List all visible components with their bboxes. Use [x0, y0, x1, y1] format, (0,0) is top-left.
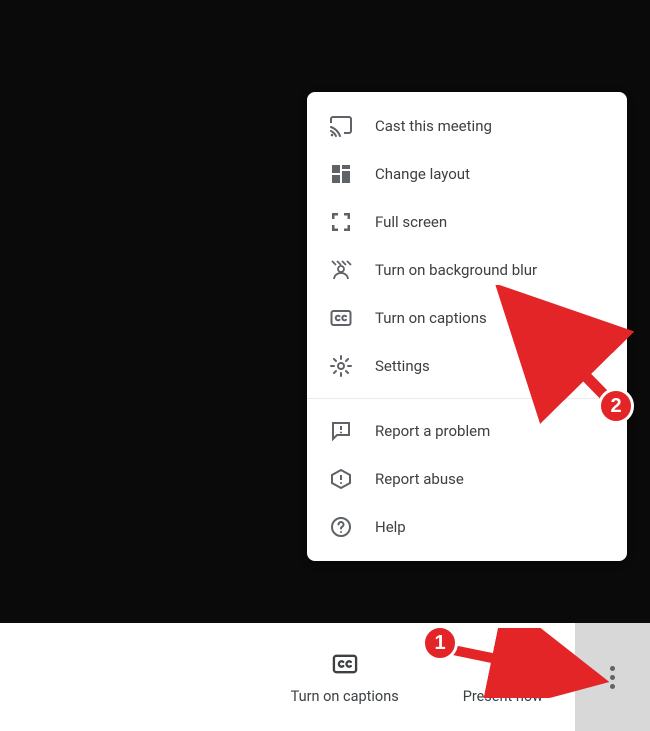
menu-item-cast[interactable]: Cast this meeting	[307, 102, 627, 150]
present-icon	[489, 650, 517, 678]
blur-icon	[329, 258, 353, 282]
menu-item-settings[interactable]: Settings	[307, 342, 627, 390]
menu-item-label: Cast this meeting	[375, 117, 492, 135]
more-vert-icon	[601, 665, 625, 689]
menu-item-background-blur[interactable]: Turn on background blur	[307, 246, 627, 294]
gear-icon	[329, 354, 353, 378]
captions-button[interactable]: Turn on captions	[259, 623, 431, 731]
menu-divider	[307, 398, 627, 399]
menu-item-report-abuse[interactable]: Report abuse	[307, 455, 627, 503]
video-area: Cast this meeting Change layout Full scr…	[0, 0, 650, 623]
fullscreen-icon	[329, 210, 353, 234]
feedback-icon	[329, 419, 353, 443]
menu-item-fullscreen[interactable]: Full screen	[307, 198, 627, 246]
captions-label: Turn on captions	[291, 688, 399, 705]
present-label: Present now	[463, 688, 543, 705]
cc-icon	[329, 306, 353, 330]
menu-item-label: Help	[375, 518, 406, 536]
menu-item-report-problem[interactable]: Report a problem	[307, 407, 627, 455]
warn-icon	[329, 467, 353, 491]
menu-item-label: Turn on background blur	[375, 261, 537, 279]
menu-item-label: Turn on captions	[375, 309, 487, 327]
menu-item-label: Settings	[375, 357, 430, 375]
cast-icon	[329, 114, 353, 138]
menu-item-label: Report a problem	[375, 422, 490, 440]
layout-icon	[329, 162, 353, 186]
menu-item-label: Full screen	[375, 213, 447, 231]
help-icon	[329, 515, 353, 539]
menu-item-captions[interactable]: Turn on captions	[307, 294, 627, 342]
more-options-menu: Cast this meeting Change layout Full scr…	[307, 92, 627, 561]
cc-icon	[331, 650, 359, 678]
menu-item-label: Report abuse	[375, 470, 464, 488]
present-now-button[interactable]: Present now	[431, 623, 575, 731]
menu-item-help[interactable]: Help	[307, 503, 627, 551]
menu-item-layout[interactable]: Change layout	[307, 150, 627, 198]
menu-item-label: Change layout	[375, 165, 470, 183]
more-options-button[interactable]	[575, 623, 650, 731]
bottom-bar: Turn on captions Present now	[0, 623, 650, 731]
